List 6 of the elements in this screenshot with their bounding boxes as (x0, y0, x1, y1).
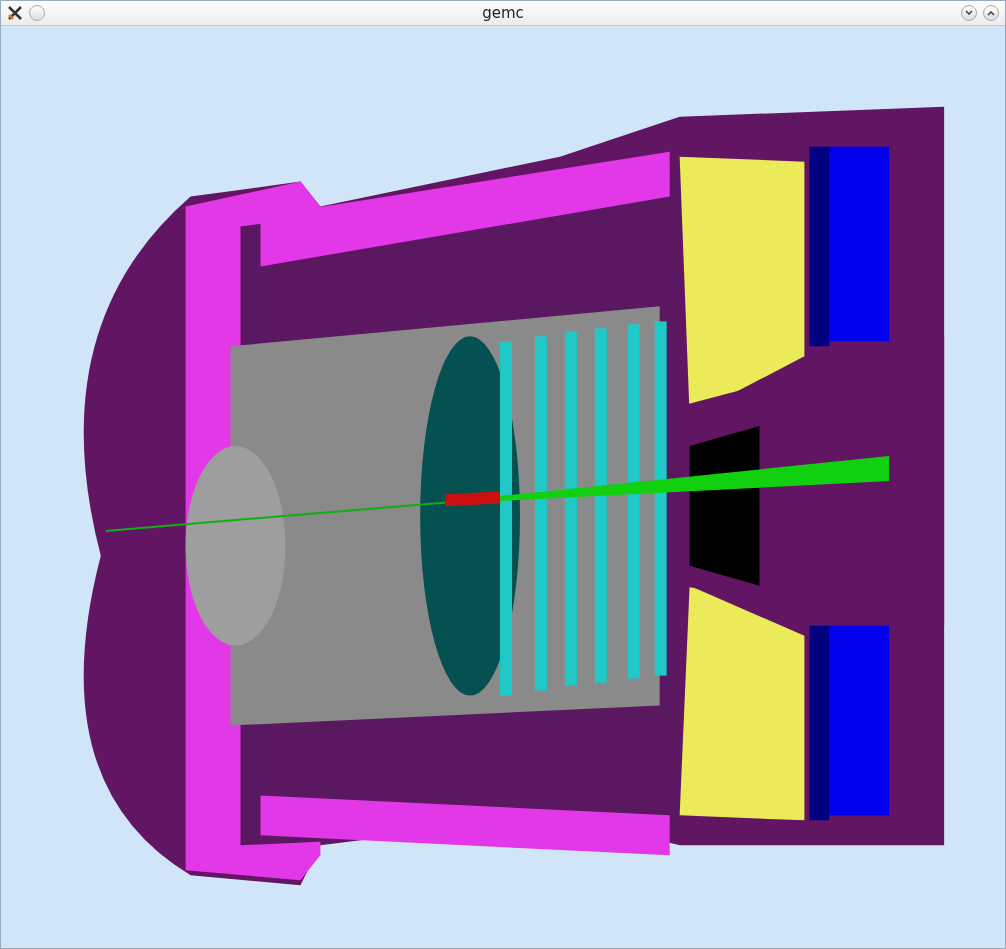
maximize-button[interactable] (983, 5, 999, 21)
app-icon (7, 5, 23, 21)
chevron-down-icon (965, 10, 973, 16)
chevron-up-icon (987, 10, 995, 16)
minimize-button[interactable] (961, 5, 977, 21)
window-title: gemc (482, 4, 524, 22)
